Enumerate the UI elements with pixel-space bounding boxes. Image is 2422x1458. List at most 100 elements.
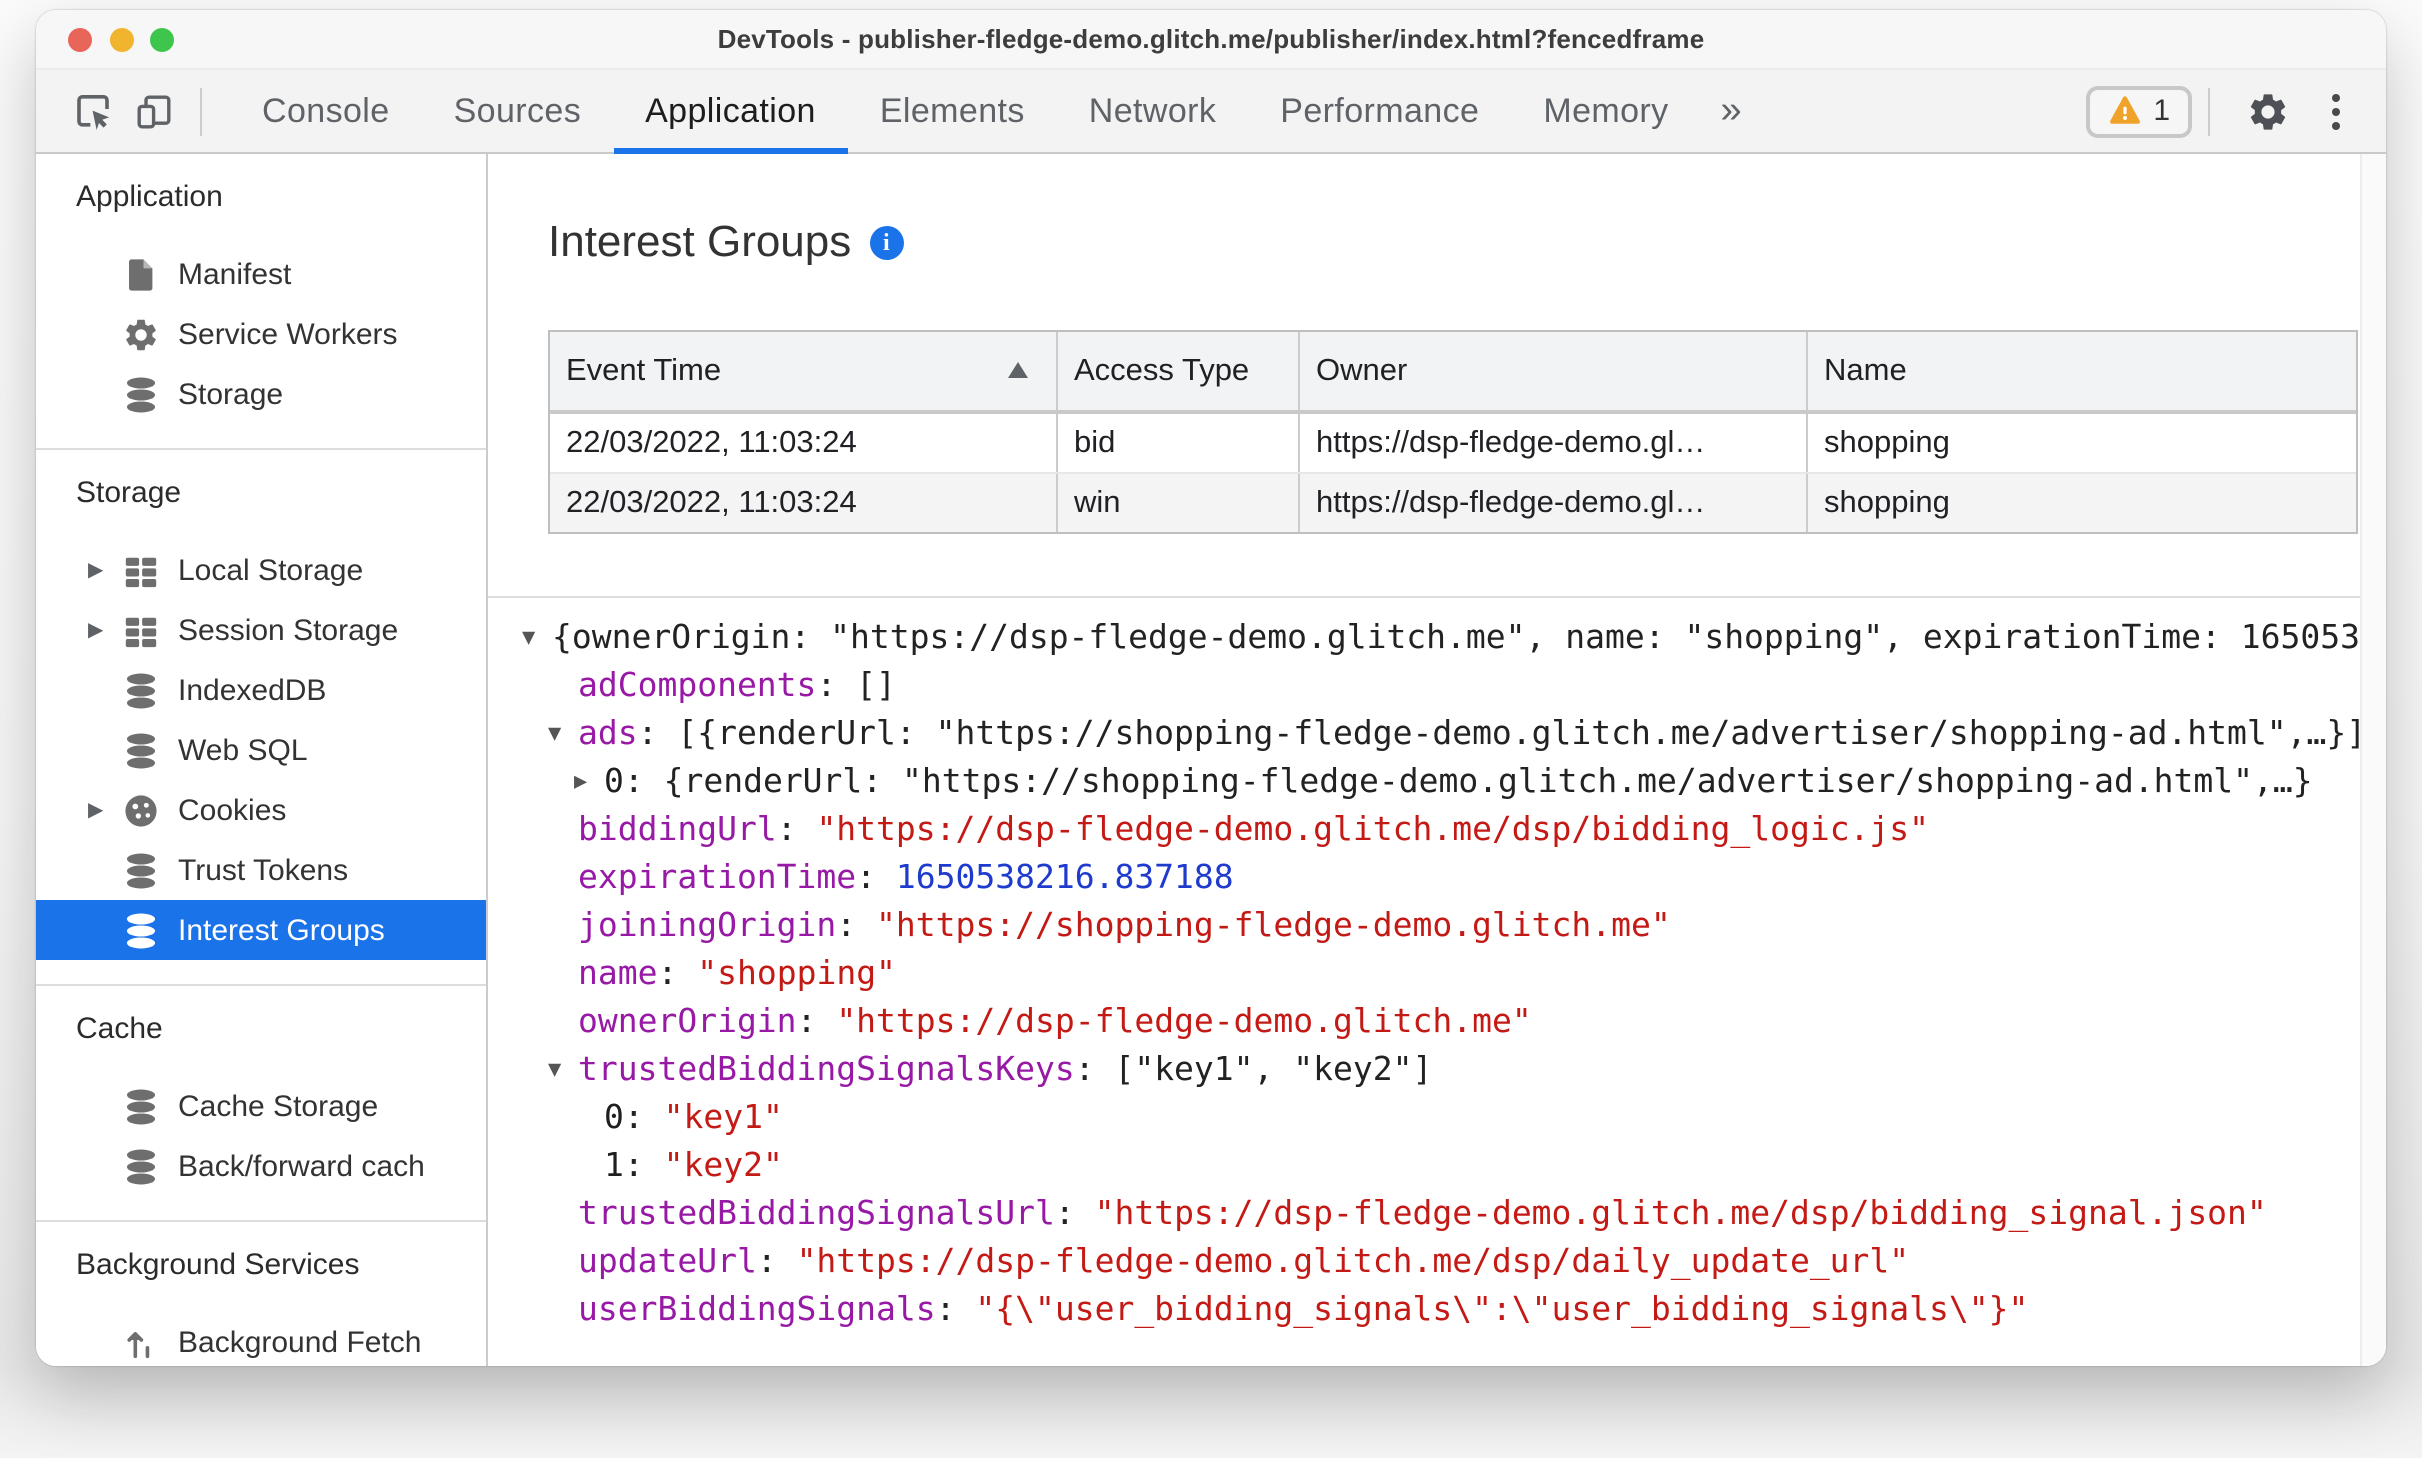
sidebar-item-trust-tokens[interactable]: Trust Tokens <box>36 840 486 900</box>
tree-string: "https://shopping-fledge-demo.glitch.me" <box>876 906 1671 944</box>
file-icon <box>120 254 160 294</box>
sidebar-section-cache: Cache Cache Storage Back/forward cach <box>36 986 486 1222</box>
sidebar-item-cache-storage[interactable]: Cache Storage <box>36 1076 486 1136</box>
tree-plain: : [{renderUrl: "https://shopping-fledge-… <box>637 714 2367 752</box>
devtools-content: Application Manifest Service Workers Storag… <box>36 154 2386 1366</box>
table-row[interactable]: 22/03/2022, 11:03:24 win https://dsp-fledg… <box>550 472 2356 532</box>
tree-line[interactable]: ▼ ads: [{renderUrl: "https://shopping-fle… <box>522 710 2386 758</box>
tree-line[interactable]: 1: "key2" <box>522 1142 2386 1190</box>
tree-key: adComponents <box>578 666 817 704</box>
sidebar-section-title: Application <box>76 179 223 213</box>
interest-groups-panel: Interest Groups i Event Time Access Type O… <box>488 154 2386 1366</box>
column-header-owner[interactable]: Owner <box>1298 332 1806 410</box>
tab-network[interactable]: Network <box>1057 70 1249 152</box>
device-toolbar-icon[interactable] <box>124 81 184 141</box>
tree-line[interactable]: 0: "key1" <box>522 1094 2386 1142</box>
gear-icon <box>120 314 160 354</box>
window-title: DevTools - publisher-fledge-demo.glitch.… <box>717 24 1705 54</box>
tree-plain: : <box>623 1146 664 1184</box>
sidebar-item-manifest[interactable]: Manifest <box>36 244 486 304</box>
expander-down-icon[interactable]: ▼ <box>522 614 552 662</box>
info-icon[interactable]: i <box>869 225 904 259</box>
tree-line[interactable]: joiningOrigin: "https://shopping-fledge-… <box>522 902 2386 950</box>
chevron-right-icon[interactable]: ▶ <box>88 799 120 821</box>
warning-icon <box>2109 96 2140 124</box>
inspect-element-icon[interactable] <box>64 81 124 141</box>
sidebar-item-label: Interest Groups <box>178 913 385 947</box>
tree-line[interactable]: ▼ trustedBiddingSignalsKeys: ["key1", "ke… <box>522 1046 2386 1094</box>
tree-line[interactable]: trustedBiddingSignalsUrl: "https://dsp-f… <box>522 1190 2386 1238</box>
database-icon <box>120 670 160 710</box>
table-row[interactable]: 22/03/2022, 11:03:24 bid https://dsp-fledg… <box>550 414 2356 472</box>
column-header-label: Owner <box>1316 353 1408 387</box>
kebab-menu-icon[interactable] <box>2310 93 2362 129</box>
tree-line[interactable]: updateUrl: "https://dsp-fledge-demo.glit… <box>522 1238 2386 1286</box>
toolbar-divider <box>2208 87 2210 135</box>
tab-application[interactable]: Application <box>613 70 849 154</box>
sidebar-item-label: Manifest <box>178 257 292 291</box>
tree-string: "https://dsp-fledge-demo.glitch.me/dsp/d… <box>796 1242 1910 1280</box>
tree-line[interactable]: ▶ 0: {renderUrl: "https://shopping-fledge… <box>522 758 2386 806</box>
devtools-window: DevTools - publisher-fledge-demo.glitch.… <box>36 10 2386 1366</box>
expander-down-icon[interactable]: ▼ <box>548 710 578 758</box>
tree-string: "https://dsp-fledge-demo.glitch.me/dsp/b… <box>816 810 1930 848</box>
tree-line[interactable]: ▼ {ownerOrigin: "https://dsp-fledge-demo.… <box>522 614 2386 662</box>
expander-down-icon[interactable]: ▼ <box>548 1046 578 1094</box>
sidebar-item-back-forward-cach[interactable]: Back/forward cach <box>36 1136 486 1196</box>
window-titlebar: DevTools - publisher-fledge-demo.glitch.… <box>36 10 2386 70</box>
sidebar-item-web-sql[interactable]: Web SQL <box>36 720 486 780</box>
more-tabs-chevron-icon[interactable]: » <box>1701 89 1762 133</box>
tree-line[interactable]: expirationTime: 1650538216.837188 <box>522 854 2386 902</box>
database-icon <box>120 1086 160 1126</box>
sort-ascending-icon <box>1008 362 1028 378</box>
chevron-right-icon[interactable]: ▶ <box>88 559 120 581</box>
tab-elements[interactable]: Elements <box>848 70 1057 152</box>
column-header-access-type[interactable]: Access Type <box>1056 332 1298 410</box>
column-header-label: Name <box>1824 353 1907 387</box>
tree-key: trustedBiddingSignalsKeys <box>578 1050 1075 1088</box>
cookie-icon <box>120 790 160 830</box>
tree-key: trustedBiddingSignalsUrl <box>578 1194 1055 1232</box>
grid-icon <box>120 610 160 650</box>
sidebar-item-cookies[interactable]: ▶ Cookies <box>36 780 486 840</box>
devtools-toolbar: Console Sources Application Elements Network… <box>36 70 2386 154</box>
database-icon <box>120 850 160 890</box>
issues-badge[interactable]: 1 <box>2085 85 2192 137</box>
column-header-event-time[interactable]: Event Time <box>550 332 1056 410</box>
sidebar-item-background-fetch[interactable]: Background Fetch <box>36 1312 486 1366</box>
database-icon <box>120 1146 160 1186</box>
chevron-right-icon[interactable]: ▶ <box>88 619 120 641</box>
column-header-name[interactable]: Name <box>1806 332 2360 410</box>
tab-performance[interactable]: Performance <box>1248 70 1511 152</box>
sidebar-item-session-storage[interactable]: ▶ Session Storage <box>36 600 486 660</box>
sidebar-item-indexeddb[interactable]: IndexedDB <box>36 660 486 720</box>
tree-index: 1 <box>604 1146 624 1184</box>
tree-line[interactable]: userBiddingSignals: "{\"user_bidding_sig… <box>522 1286 2386 1334</box>
sidebar-item-label: Local Storage <box>178 553 364 587</box>
sidebar-item-local-storage[interactable]: ▶ Local Storage <box>36 540 486 600</box>
scrollbar[interactable] <box>2360 154 2386 1366</box>
expander-right-icon[interactable]: ▶ <box>574 758 604 806</box>
tree-plain: : <box>796 1002 837 1040</box>
database-icon <box>120 374 160 414</box>
arrows-icon <box>120 1322 160 1362</box>
settings-gear-icon[interactable] <box>2238 81 2298 141</box>
tree-plain: : ["key1", "key2"] <box>1074 1050 1433 1088</box>
table-cell: win <box>1056 474 1298 532</box>
tab-memory[interactable]: Memory <box>1511 70 1700 152</box>
sidebar-item-label: IndexedDB <box>178 673 327 707</box>
tree-plain: : <box>776 810 817 848</box>
tree-line[interactable]: biddingUrl: "https://dsp-fledge-demo.gli… <box>522 806 2386 854</box>
tree-key: userBiddingSignals <box>578 1290 936 1328</box>
tab-sources[interactable]: Sources <box>422 70 614 152</box>
tree-line[interactable]: adComponents: [] <box>522 662 2386 710</box>
sidebar-item-service-workers[interactable]: Service Workers <box>36 304 486 364</box>
tree-plain: : [] <box>816 666 896 704</box>
tab-console[interactable]: Console <box>230 70 422 152</box>
tree-plain: : <box>756 1242 797 1280</box>
sidebar-item-interest-groups[interactable]: Interest Groups <box>36 900 486 960</box>
tree-line[interactable]: name: "shopping" <box>522 950 2386 998</box>
sidebar-section-title: Storage <box>76 475 182 509</box>
tree-line[interactable]: ownerOrigin: "https://dsp-fledge-demo.gl… <box>522 998 2386 1046</box>
sidebar-item-storage[interactable]: Storage <box>36 364 486 424</box>
